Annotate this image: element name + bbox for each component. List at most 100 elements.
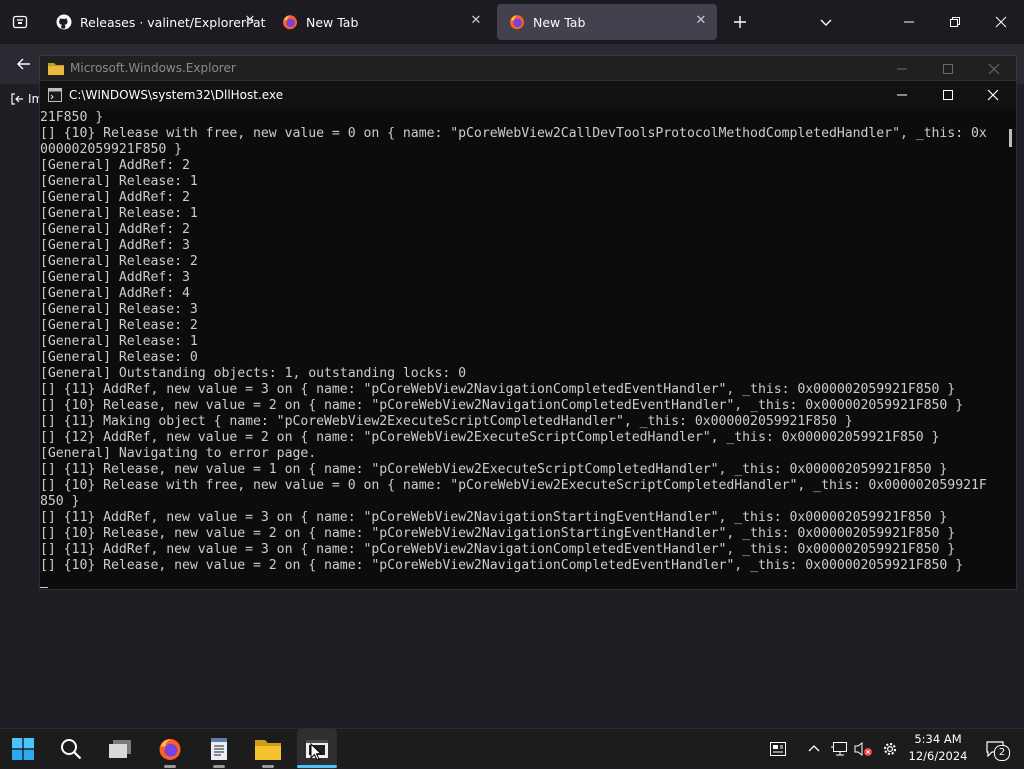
console-line: [General] Release: 3 [40, 302, 198, 317]
explorer-title-bar[interactable]: Microsoft.Windows.Explorer [40, 56, 1016, 82]
console-line: [] {11} AddRef, new value = 3 on { name:… [40, 382, 956, 397]
console-output[interactable]: 21F850 }[] {10} Release with free, new v… [40, 110, 1000, 588]
document-app-icon [211, 738, 227, 760]
console-taskbar-button[interactable] [297, 729, 337, 769]
console-line: 850 } [40, 494, 80, 509]
network-button[interactable] [828, 729, 850, 769]
console-close-button[interactable] [970, 81, 1016, 109]
back-arrow-icon [17, 58, 30, 70]
list-all-tabs-button[interactable] [812, 10, 840, 34]
console-line: [] {11} Release, new value = 1 on { name… [40, 462, 948, 477]
firefox-taskbar-button[interactable] [150, 729, 190, 769]
notification-center-button[interactable]: 2 [980, 729, 1010, 769]
notepad-taskbar-button[interactable] [199, 729, 239, 769]
windows-logo-icon [12, 738, 34, 760]
back-button[interactable] [10, 50, 38, 78]
taskbar: 5:34 AM 12/6/2024 2 [0, 728, 1024, 769]
console-window: C:\WINDOWS\system32\DllHost.exe 21F850 }… [39, 80, 1017, 590]
browser-tab-active[interactable]: New Tab ✕ [497, 4, 717, 40]
console-cursor [40, 587, 48, 588]
console-line: [] {10} Release with free, new value = 0… [40, 126, 987, 141]
console-maximize-button[interactable] [925, 81, 971, 109]
console-line: [General] Release: 1 [40, 334, 198, 349]
file-explorer-taskbar-button[interactable] [248, 729, 288, 769]
chevron-down-icon [820, 19, 832, 26]
volume-button[interactable] [852, 729, 874, 769]
console-line: [] {11} AddRef, new value = 3 on { name:… [40, 542, 956, 557]
task-view-button[interactable] [100, 729, 140, 769]
notification-count-badge: 2 [994, 745, 1010, 761]
console-line: [] {10} Release with free, new value = 0… [40, 478, 987, 493]
console-line: [General] Release: 1 [40, 206, 198, 221]
gear-icon [884, 743, 896, 755]
close-icon[interactable] [988, 63, 1000, 75]
search-icon [61, 739, 82, 760]
firefox-icon [159, 738, 181, 760]
console-line: [] {11} Making object { name: "pCoreWebV… [40, 414, 853, 429]
close-tab-icon[interactable]: ✕ [693, 13, 709, 29]
minimize-icon[interactable] [896, 63, 908, 75]
folder-icon [255, 740, 281, 760]
close-tab-icon[interactable]: ✕ [468, 13, 484, 29]
console-line: [General] Release: 0 [40, 350, 198, 365]
browser-close-button[interactable] [978, 6, 1024, 38]
plus-icon [734, 16, 746, 28]
console-minimize-button[interactable] [879, 81, 925, 109]
widgets-button[interactable] [766, 729, 790, 769]
minimize-icon [904, 21, 914, 23]
explorer-window-title: Microsoft.Windows.Explorer [70, 61, 236, 75]
minimize-icon [897, 94, 907, 96]
tab-title: New Tab [306, 14, 359, 30]
new-tab-button[interactable] [726, 10, 754, 34]
console-line: [] {10} Release, new value = 2 on { name… [40, 558, 964, 573]
github-icon [56, 14, 72, 30]
console-line: [General] Release: 2 [40, 254, 198, 269]
network-wired-icon [831, 742, 847, 756]
taskbar-clock[interactable]: 5:34 AM 12/6/2024 [902, 731, 974, 767]
start-button[interactable] [3, 729, 43, 769]
console-title-bar[interactable]: C:\WINDOWS\system32\DllHost.exe [40, 81, 1016, 109]
firefox-view-icon [12, 15, 28, 29]
firefox-icon [283, 15, 297, 30]
show-hidden-icons-button[interactable] [804, 729, 824, 769]
tab-title: New Tab [533, 14, 586, 30]
console-line: [General] AddRef: 2 [40, 222, 190, 237]
console-scrollbar-thumb[interactable] [1009, 129, 1012, 147]
chevron-up-icon [808, 745, 820, 752]
console-line: [General] Navigating to error page. [40, 446, 317, 461]
folder-icon [48, 63, 64, 75]
console-line: [General] Release: 2 [40, 318, 198, 333]
browser-tab[interactable]: New Tab ✕ [270, 4, 492, 40]
volume-muted-icon [854, 742, 872, 756]
firefox-icon [510, 15, 524, 30]
import-icon [11, 93, 23, 105]
maximize-icon[interactable] [942, 63, 954, 75]
console-line: [] {10} Release, new value = 2 on { name… [40, 526, 956, 541]
console-line: [General] AddRef: 3 [40, 238, 190, 253]
console-line: [General] Outstanding objects: 1, outsta… [40, 366, 467, 381]
console-line: [] {11} AddRef, new value = 3 on { name:… [40, 510, 948, 525]
widgets-icon [770, 742, 786, 756]
clock-time: 5:34 AM [914, 732, 962, 746]
search-button[interactable] [51, 729, 91, 769]
clock-date: 12/6/2024 [908, 749, 968, 763]
console-line: [General] Release: 1 [40, 174, 198, 189]
browser-tab[interactable]: Releases · valinet/ExplorerPatcher ✕ [44, 4, 266, 40]
browser-minimize-button[interactable] [886, 6, 932, 38]
console-line: [] {12} AddRef, new value = 2 on { name:… [40, 430, 940, 445]
console-line: [General] AddRef: 2 [40, 190, 190, 205]
restore-icon [950, 17, 960, 27]
firefox-view-button[interactable] [6, 10, 34, 34]
settings-tray-button[interactable] [879, 729, 901, 769]
close-tab-icon[interactable]: ✕ [242, 13, 258, 29]
console-app-icon [48, 88, 62, 102]
browser-restore-button[interactable] [932, 6, 978, 38]
mouse-cursor-icon [310, 743, 322, 761]
close-icon [987, 89, 999, 101]
console-line: 000002059921F850 } [40, 142, 183, 157]
maximize-icon [943, 90, 953, 100]
console-window-title: C:\WINDOWS\system32\DllHost.exe [69, 88, 284, 102]
console-line: [General] AddRef: 3 [40, 270, 190, 285]
browser-tab-bar: Releases · valinet/ExplorerPatcher ✕ New… [0, 0, 1024, 44]
tab-title: Releases · valinet/ExplorerPatcher [80, 14, 266, 30]
